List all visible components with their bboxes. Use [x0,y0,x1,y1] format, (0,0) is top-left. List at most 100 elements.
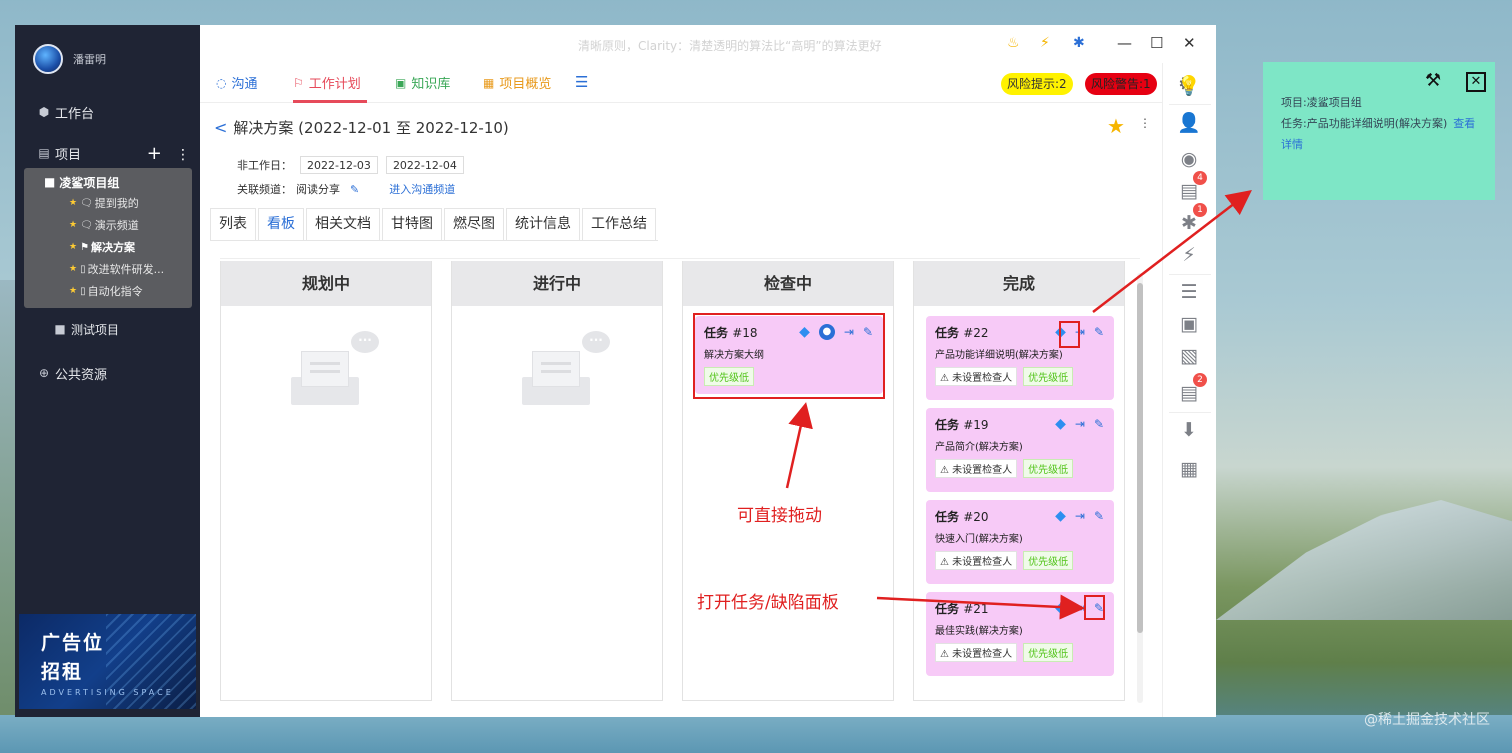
scrollbar-thumb[interactable] [1137,283,1143,633]
flag-icon: ⚐ [293,75,304,90]
tab-list[interactable]: 列表 [210,208,256,240]
folder-settings-icon[interactable]: ▧ [1177,344,1201,368]
edit-icon[interactable]: ✎ [1094,509,1104,523]
open-panel-icon[interactable]: ⇥ [1075,417,1085,431]
star-icon: ★ [69,242,78,252]
star-icon: ★ [69,264,78,274]
star-icon: ★ [69,286,78,296]
tab-communication[interactable]: ◌ 沟通 [216,73,258,93]
bulb-icon[interactable]: 💡 [1177,73,1201,97]
sidebar-sub-solution[interactable]: ★ ⚑ 解决方案 [24,236,192,258]
edit-icon[interactable]: ✎ [1094,325,1104,339]
bug-icon[interactable]: ✱ [1073,35,1085,51]
edit-icon[interactable]: ✎ [350,183,359,196]
alarm-icon[interactable]: ♨ [1007,35,1020,51]
priority-tag: 优先级低 [1023,367,1074,386]
download-icon[interactable]: ⬇ [1177,418,1201,442]
divider [1169,104,1211,105]
more-vertical-icon[interactable]: ⋮ [176,147,190,163]
sub-label: 解决方案 [91,241,136,254]
assignee-avatar-icon[interactable]: ◆ [1055,508,1066,524]
sidebar-item-workbench[interactable]: ⬢ 工作台 [15,101,200,123]
close-button[interactable]: ✕ [1183,34,1196,52]
menu-icon[interactable]: ☰ [575,73,588,91]
back-icon[interactable]: < [214,118,227,137]
bug-list-icon[interactable]: ✱ 1 [1177,203,1207,235]
assignee-avatar-icon[interactable]: ◆ [1055,600,1066,616]
sidebar-item-test-project[interactable]: ■ 测试项目 [15,318,200,340]
card-number: #21 [963,602,989,616]
add-project-icon[interactable]: + [147,143,162,164]
ad-caption: ADVERTISING SPACE [41,688,174,697]
sidebar-sub-automation[interactable]: ★ ▯ 自动化指令 [24,280,192,302]
sidebar-sub-demo-channel[interactable]: ★ 🗨 演示频道 [24,214,192,236]
task-card[interactable]: 任务 #22 产品功能详细说明(解决方案) ⚠ 未设置检查人 优先级低 ◆ ⇥ ✎ [926,316,1114,400]
close-icon[interactable]: ✕ [1466,72,1486,92]
date-chip[interactable]: 2022-12-04 [385,156,464,174]
task-doc-icon[interactable]: ▤ 4 [1177,171,1207,203]
priority-tag: 优先级低 [1023,551,1074,570]
task-card[interactable]: 任务 #20 快速入门(解决方案) ⚠ 未设置检查人 优先级低 ◆ ⇥ ✎ [926,500,1114,584]
sub-label: 改进软件研发... [87,263,165,276]
content-area: < 解决方案 (2022-12-01 至 2022-12-10) ★ ⋮ 非工作… [200,103,1162,717]
more-vertical-icon[interactable]: ⋮ [1139,116,1151,130]
maximize-button[interactable]: ☐ [1150,34,1163,52]
popup-task: 任务:产品功能详细说明(解决方案) [1281,117,1448,130]
open-panel-icon[interactable]: ⇥ [1075,509,1085,523]
assignee-avatar-icon[interactable]: ◆ [1055,416,1066,432]
tab-stats[interactable]: 统计信息 [506,208,580,240]
column-header: 完成 [914,261,1124,306]
user-star-icon[interactable]: 👤 [1177,110,1201,134]
sidebar-sub-mentions[interactable]: ★ 🗨 提到我的 [24,192,192,214]
sidebar-sub-improve[interactable]: ★ ▯ 改进软件研发... [24,258,192,280]
chat-icon: 🗨 [80,219,93,231]
sidebar-item-label: 工作台 [55,106,95,122]
edit-icon[interactable]: ✎ [1094,417,1104,431]
nonwork-days-row: 非工作日： 2022-12-03 2022-12-04 [237,156,464,174]
enter-channel-link[interactable]: 进入沟通频道 [389,181,455,197]
avatar[interactable] [33,44,63,74]
terminal-icon[interactable]: ▣ [1177,312,1201,336]
apps-icon[interactable]: ▦ [1177,457,1201,481]
sidebar-item-projects[interactable]: ▤ 项目 + ⋮ [15,142,200,164]
column-in-progress: 进行中 ··· [451,261,663,701]
tab-label: 沟通 [231,77,258,92]
task-card[interactable]: 任务 #19 产品简介(解决方案) ⚠ 未设置检查人 优先级低 ◆ ⇥ ✎ [926,408,1114,492]
paint-roller-icon[interactable]: ⚒ [1425,70,1441,91]
board-scrollbar[interactable] [1137,273,1143,703]
ad-banner[interactable]: 广告位 招租 ADVERTISING SPACE [19,614,196,709]
project-group: ■ 凌鲨项目组 ★ 🗨 提到我的 ★ 🗨 演示频道 ★ ⚑ 解决方案 ★ ▯ 改进软件研发...… [24,168,192,308]
tab-kanban[interactable]: 看板 [258,208,304,240]
tab-gantt[interactable]: 甘特图 [382,208,442,240]
no-checker-tag: ⚠ 未设置检查人 [935,643,1018,662]
favorite-star-icon[interactable]: ★ [1107,114,1125,138]
lightning-icon[interactable]: ⚡ [1177,243,1201,267]
tab-knowledge[interactable]: ▣ 知识库 [395,73,450,93]
sidebar-item-label: 公共资源 [55,367,108,383]
priority-tag: 优先级低 [1023,459,1074,478]
tab-summary[interactable]: 工作总结 [582,208,656,240]
wallpaper-mountain [1216,500,1512,620]
project-group-title[interactable]: ■ 凌鲨项目组 [24,172,192,192]
date-chip[interactable]: 2022-12-03 [300,156,378,174]
no-checker-tag: ⚠ 未设置检查人 [935,367,1018,386]
tab-docs[interactable]: 相关文档 [306,208,380,240]
tab-work-plan[interactable]: ⚐ 工作计划 [293,73,361,93]
wand-icon[interactable]: ⚡ [1040,35,1050,51]
location-icon[interactable]: ◉ [1177,147,1201,171]
risk-alert-badge[interactable]: 风险警告:1 [1085,73,1157,95]
tab-overview[interactable]: ▦ 项目概览 [483,73,551,93]
highlight-box [1059,321,1080,348]
popup-project: 项目:凌鲨项目组 [1281,96,1362,109]
sidebar-item-public[interactable]: ⊕ 公共资源 [15,362,200,384]
chat-icon: ◌ [216,75,227,90]
user-profile[interactable]: 潘雷明 [15,25,200,93]
watermark: @稀土掘金技术社区 [1364,712,1490,728]
minimize-button[interactable]: — [1117,34,1132,52]
popup-content: 项目:凌鲨项目组 任务:产品功能详细说明(解决方案) 查看详情 [1281,92,1481,155]
risk-tip-badge[interactable]: 风险提示:2 [1001,73,1073,95]
server-icon[interactable]: ☰ [1177,280,1201,304]
tab-burndown[interactable]: 燃尽图 [444,208,504,240]
calendar-doc-icon[interactable]: ▤ 2 [1177,373,1207,405]
card-desc: 快速入门(解决方案) [935,534,1023,545]
